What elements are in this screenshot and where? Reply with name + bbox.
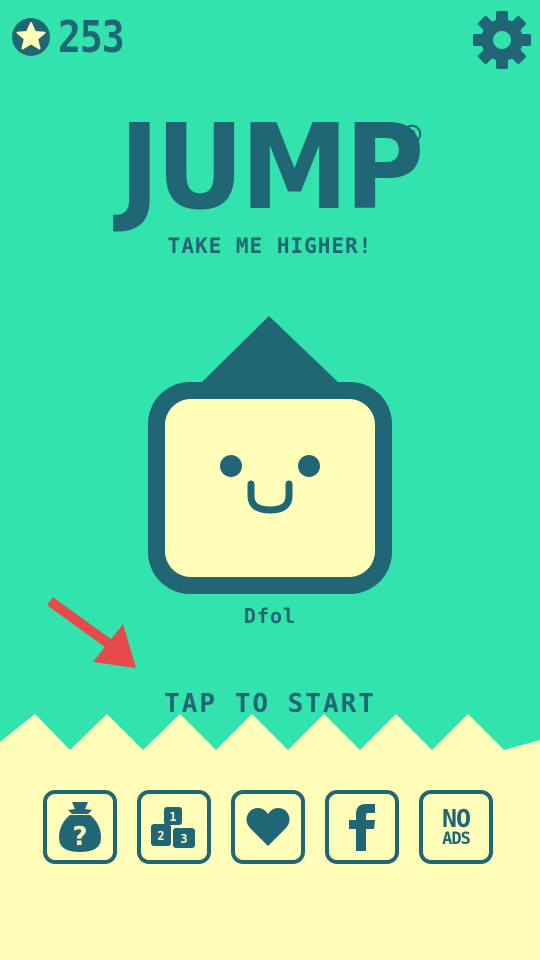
heart-icon <box>246 808 290 846</box>
svg-text:R: R <box>408 128 417 141</box>
mystery-bag-button[interactable]: ? <box>43 790 117 864</box>
facebook-icon <box>349 804 375 851</box>
mystery-bag-icon: ? <box>59 802 101 852</box>
gear-icon[interactable] <box>470 8 534 72</box>
no-ads-button[interactable]: NO ADS <box>419 790 493 864</box>
no-ads-label-bottom: ADS <box>442 828 471 849</box>
like-button[interactable] <box>231 790 305 864</box>
star-counter: 253 <box>10 11 125 63</box>
registered-mark: R <box>402 124 422 144</box>
no-ads-label-top: NO <box>441 804 471 834</box>
star-icon <box>12 18 50 56</box>
facebook-button[interactable] <box>325 790 399 864</box>
character-hat <box>200 316 340 384</box>
podium-third-label: 3 <box>180 832 187 846</box>
character-left-eye <box>220 455 242 477</box>
podium-second-label: 2 <box>157 829 164 843</box>
game-subtitle: TAKE ME HIGHER! <box>167 234 373 258</box>
mystery-bag-label: ? <box>72 822 87 852</box>
star-count: 253 <box>58 11 125 63</box>
podium-first-label: 1 <box>169 810 176 824</box>
character-right-eye <box>298 455 320 477</box>
player-character[interactable] <box>140 316 400 606</box>
game-logo: JUMP <box>119 98 424 236</box>
arrow-icon <box>48 597 136 668</box>
no-ads-label: NO ADS <box>441 804 471 849</box>
podium-icon: 1 2 3 <box>151 807 195 848</box>
leaderboard-button[interactable]: 1 2 3 <box>137 790 211 864</box>
